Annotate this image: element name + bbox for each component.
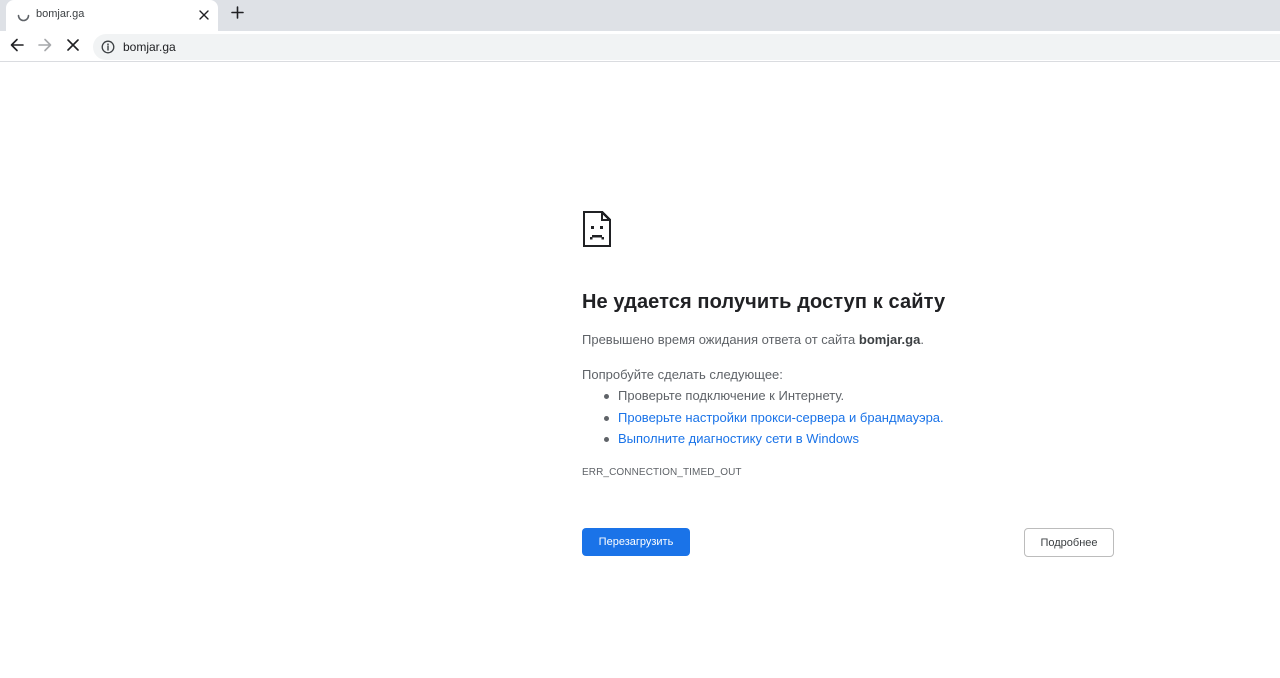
stop-button[interactable] (62, 36, 84, 58)
address-bar[interactable]: bomjar.ga (93, 34, 1280, 60)
error-description: Превышено время ожидания ответа от сайта… (582, 332, 924, 347)
reload-button[interactable]: Перезагрузить (582, 528, 690, 556)
tab-title: bomjar.ga (36, 8, 85, 20)
suggestion-check-proxy-link[interactable]: Проверьте настройки прокси-сервера и бра… (582, 410, 944, 432)
forward-button[interactable] (34, 36, 56, 58)
error-code: ERR_CONNECTION_TIMED_OUT (582, 467, 742, 478)
toolbar: bomjar.ga (0, 31, 1280, 62)
loading-spinner-icon (16, 8, 31, 23)
close-icon[interactable] (196, 7, 212, 23)
info-icon[interactable] (101, 40, 115, 54)
new-tab-button[interactable] (226, 4, 248, 26)
tab-bomjar[interactable]: bomjar.ga (6, 0, 218, 31)
plus-icon (230, 6, 244, 24)
stop-icon (67, 38, 79, 56)
suggestion-check-connection: Проверьте подключение к Интернету. (582, 388, 944, 410)
url-text[interactable]: bomjar.ga (123, 40, 176, 54)
arrow-back-icon (10, 38, 24, 57)
arrow-forward-icon (38, 38, 52, 57)
sad-page-icon (582, 210, 612, 248)
back-button[interactable] (6, 36, 28, 58)
suggestions-list: Проверьте подключение к Интернету. Прове… (582, 388, 944, 453)
error-host: bomjar.ga (858, 332, 921, 347)
suggestion-run-diagnostics-link[interactable]: Выполните диагностику сети в Windows (582, 431, 944, 453)
tab-strip: bomjar.ga (0, 0, 1280, 31)
suggestions-heading: Попробуйте сделать следующее: (582, 367, 783, 382)
error-title: Не удается получить доступ к сайту (582, 291, 946, 313)
details-button[interactable]: Подробнее (1024, 528, 1114, 557)
